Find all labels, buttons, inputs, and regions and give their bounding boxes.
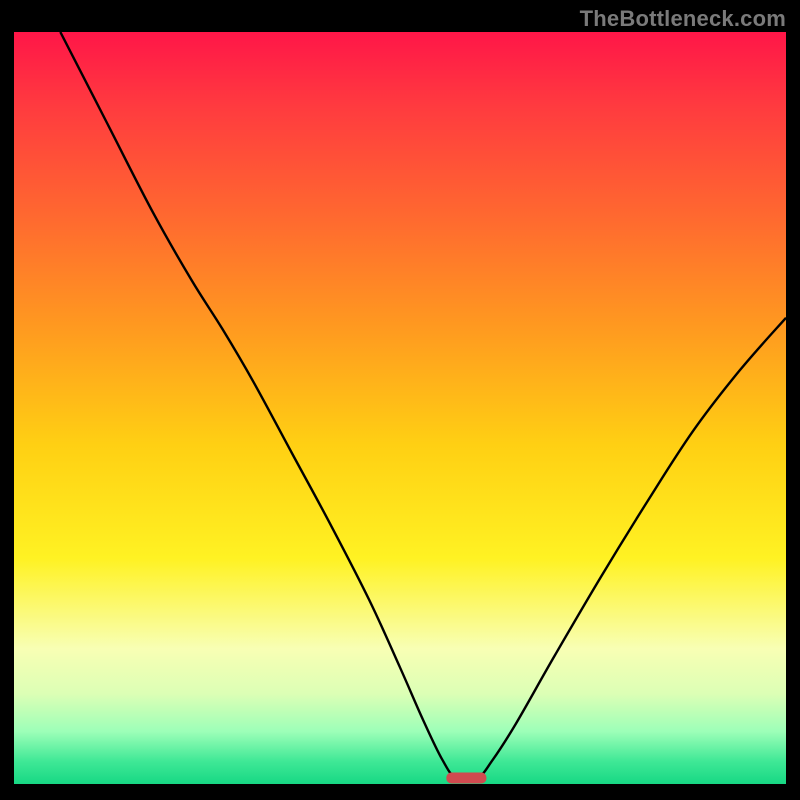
chart-svg [14,32,786,784]
minimum-marker [446,772,486,783]
watermark-text: TheBottleneck.com [580,6,786,32]
plot-area [14,32,786,784]
gradient-rect [14,32,786,784]
chart-frame: TheBottleneck.com [0,0,800,800]
